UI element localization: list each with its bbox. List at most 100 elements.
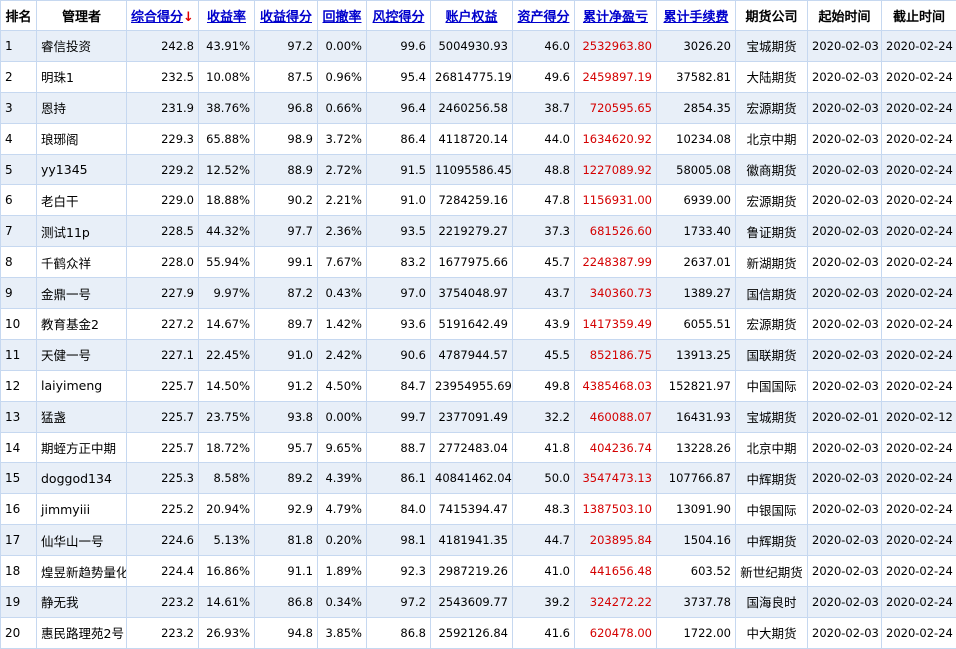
- cell-asset-score: 41.8: [513, 432, 575, 463]
- cell-fees: 3737.78: [657, 587, 736, 618]
- cell-start-time: 2020-02-03: [808, 617, 882, 648]
- cell-drawdown: 0.34%: [318, 587, 367, 618]
- cell-equity: 2987219.26: [431, 556, 513, 587]
- cell-broker: 中国国际: [736, 370, 808, 401]
- cell-start-time: 2020-02-03: [808, 154, 882, 185]
- cell-equity: 2543609.77: [431, 587, 513, 618]
- cell-drawdown: 2.36%: [318, 216, 367, 247]
- cell-end-time: 2020-02-24: [882, 617, 956, 648]
- header-score-label: 综合得分: [131, 10, 183, 25]
- cell-risk-score: 98.1: [367, 525, 431, 556]
- cell-net-profit: 2532963.80: [575, 31, 657, 62]
- cell-net-profit: 4385468.03: [575, 370, 657, 401]
- cell-return-rate: 22.45%: [199, 339, 255, 370]
- cell-broker: 新湖期货: [736, 247, 808, 278]
- table-row: 15doggod134225.38.58%89.24.39%86.1408414…: [1, 463, 956, 494]
- cell-risk-score: 84.7: [367, 370, 431, 401]
- cell-broker: 宏源期货: [736, 309, 808, 340]
- cell-return-score: 97.2: [255, 31, 318, 62]
- cell-return-rate: 14.67%: [199, 309, 255, 340]
- cell-manager: doggod134: [37, 463, 127, 494]
- cell-net-profit: 324272.22: [575, 587, 657, 618]
- cell-manager: 期蛭方正中期: [37, 432, 127, 463]
- cell-equity: 3754048.97: [431, 278, 513, 309]
- header-return-score-sort[interactable]: 收益得分: [255, 1, 318, 31]
- cell-net-profit: 852186.75: [575, 339, 657, 370]
- header-risk-score-sort[interactable]: 风控得分: [367, 1, 431, 31]
- header-return-rate-sort[interactable]: 收益率: [199, 1, 255, 31]
- cell-end-time: 2020-02-24: [882, 154, 956, 185]
- cell-equity: 26814775.19: [431, 61, 513, 92]
- cell-equity: 2772483.04: [431, 432, 513, 463]
- cell-start-time: 2020-02-03: [808, 185, 882, 216]
- cell-fees: 6055.51: [657, 309, 736, 340]
- header-drawdown-sort[interactable]: 回撤率: [318, 1, 367, 31]
- cell-risk-score: 96.4: [367, 92, 431, 123]
- table-row: 17仙华山一号224.65.13%81.80.20%98.14181941.35…: [1, 525, 956, 556]
- cell-rank: 11: [1, 339, 37, 370]
- cell-drawdown: 3.85%: [318, 617, 367, 648]
- cell-end-time: 2020-02-24: [882, 123, 956, 154]
- cell-fees: 107766.87: [657, 463, 736, 494]
- cell-end-time: 2020-02-24: [882, 587, 956, 618]
- cell-net-profit: 404236.74: [575, 432, 657, 463]
- cell-start-time: 2020-02-03: [808, 525, 882, 556]
- cell-drawdown: 2.72%: [318, 154, 367, 185]
- cell-net-profit: 1156931.00: [575, 185, 657, 216]
- cell-start-time: 2020-02-03: [808, 494, 882, 525]
- table-row: 1睿信投资242.843.91%97.20.00%99.65004930.934…: [1, 31, 956, 62]
- cell-drawdown: 4.50%: [318, 370, 367, 401]
- cell-risk-score: 93.5: [367, 216, 431, 247]
- cell-fees: 2637.01: [657, 247, 736, 278]
- header-score-sort[interactable]: 综合得分↓: [127, 1, 199, 31]
- cell-equity: 40841462.04: [431, 463, 513, 494]
- cell-rank: 13: [1, 401, 37, 432]
- cell-start-time: 2020-02-03: [808, 247, 882, 278]
- cell-risk-score: 99.6: [367, 31, 431, 62]
- cell-fees: 10234.08: [657, 123, 736, 154]
- cell-score: 242.8: [127, 31, 199, 62]
- header-asset-score-sort[interactable]: 资产得分: [513, 1, 575, 31]
- cell-drawdown: 1.42%: [318, 309, 367, 340]
- cell-equity: 2460256.58: [431, 92, 513, 123]
- cell-score: 229.2: [127, 154, 199, 185]
- cell-score: 227.1: [127, 339, 199, 370]
- cell-net-profit: 620478.00: [575, 617, 657, 648]
- cell-fees: 2854.35: [657, 92, 736, 123]
- cell-net-profit: 340360.73: [575, 278, 657, 309]
- cell-manager: 千鹤众祥: [37, 247, 127, 278]
- cell-manager: laiyimeng: [37, 370, 127, 401]
- cell-score: 225.7: [127, 432, 199, 463]
- header-net-profit-sort[interactable]: 累计净盈亏: [575, 1, 657, 31]
- cell-end-time: 2020-02-24: [882, 432, 956, 463]
- cell-return-rate: 55.94%: [199, 247, 255, 278]
- cell-start-time: 2020-02-03: [808, 216, 882, 247]
- header-equity-sort[interactable]: 账户权益: [431, 1, 513, 31]
- cell-equity: 4118720.14: [431, 123, 513, 154]
- cell-score: 224.6: [127, 525, 199, 556]
- cell-score: 225.7: [127, 370, 199, 401]
- cell-return-rate: 23.75%: [199, 401, 255, 432]
- cell-rank: 10: [1, 309, 37, 340]
- cell-asset-score: 38.7: [513, 92, 575, 123]
- header-fees-sort[interactable]: 累计手续费: [657, 1, 736, 31]
- cell-fees: 1722.00: [657, 617, 736, 648]
- cell-return-score: 91.1: [255, 556, 318, 587]
- cell-drawdown: 2.42%: [318, 339, 367, 370]
- cell-broker: 北京中期: [736, 432, 808, 463]
- cell-manager: 睿信投资: [37, 31, 127, 62]
- cell-score: 227.2: [127, 309, 199, 340]
- cell-return-score: 96.8: [255, 92, 318, 123]
- cell-risk-score: 86.1: [367, 463, 431, 494]
- cell-risk-score: 90.6: [367, 339, 431, 370]
- cell-start-time: 2020-02-03: [808, 31, 882, 62]
- cell-equity: 5191642.49: [431, 309, 513, 340]
- cell-risk-score: 88.7: [367, 432, 431, 463]
- cell-end-time: 2020-02-24: [882, 339, 956, 370]
- table-row: 10教育基金2227.214.67%89.71.42%93.65191642.4…: [1, 309, 956, 340]
- cell-start-time: 2020-02-03: [808, 370, 882, 401]
- cell-start-time: 2020-02-03: [808, 92, 882, 123]
- cell-end-time: 2020-02-24: [882, 247, 956, 278]
- cell-score: 223.2: [127, 587, 199, 618]
- cell-equity: 4181941.35: [431, 525, 513, 556]
